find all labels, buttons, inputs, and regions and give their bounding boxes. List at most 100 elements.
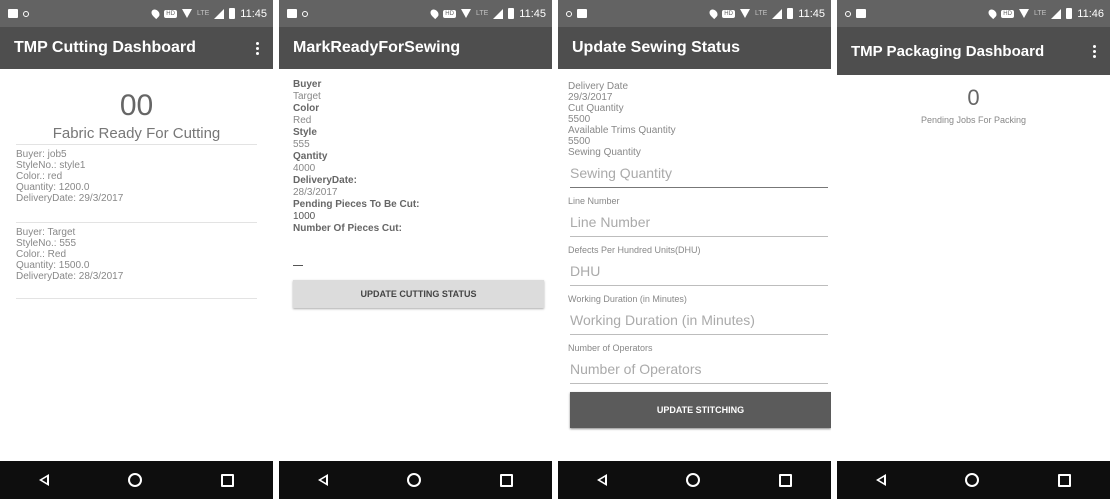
nav-bar xyxy=(0,461,273,499)
wifi-icon xyxy=(181,9,192,18)
phone-update-sewing-status: HD LTE 11:45 Update Sewing Status Delive… xyxy=(558,0,831,499)
color-value: Red xyxy=(293,115,312,126)
job-buyer: Buyer: job5 xyxy=(16,149,67,160)
job-style: StyleNo.: 555 xyxy=(16,238,77,249)
line-number-input[interactable]: Line Number xyxy=(570,213,828,237)
dhu-input[interactable]: DHU xyxy=(570,262,828,286)
location-icon xyxy=(987,7,999,20)
trims-label: Available Trims Quantity xyxy=(568,125,676,136)
battery-icon xyxy=(787,8,794,19)
list-item[interactable]: Buyer: job5 StyleNo.: style1 Color.: red… xyxy=(16,144,257,212)
wifi-icon xyxy=(739,9,750,18)
page-title: Update Sewing Status xyxy=(572,39,741,56)
lte-icon: LTE xyxy=(1033,10,1047,17)
nav-bar xyxy=(837,461,1110,499)
job-style: StyleNo.: style1 xyxy=(16,160,86,171)
operators-input[interactable]: Number of Operators xyxy=(570,360,828,384)
cut-quantity-label: Cut Quantity xyxy=(568,103,624,114)
nav-recent-icon[interactable] xyxy=(220,473,234,487)
sewing-form: Delivery Date 29/3/2017 Cut Quantity 550… xyxy=(558,69,831,428)
delivery-value: 28/3/2017 xyxy=(293,187,338,198)
nav-recent-icon[interactable] xyxy=(499,473,513,487)
job-quantity: Quantity: 1500.0 xyxy=(16,260,90,271)
update-stitching-button[interactable]: UPDATE STITCHING xyxy=(570,392,831,428)
update-cutting-status-button[interactable]: UPDATE CUTTING STATUS xyxy=(293,280,544,308)
status-bar: HD LTE 11:45 xyxy=(279,0,552,27)
pending-value: 1000 xyxy=(293,211,316,222)
nav-home-icon[interactable] xyxy=(964,473,979,487)
pieces-cut-input[interactable] xyxy=(293,265,303,266)
duration-input[interactable]: Working Duration (in Minutes) xyxy=(570,311,828,335)
volte-icon: HD xyxy=(722,9,735,18)
cut-quantity-value: 5500 xyxy=(568,114,591,125)
nav-back-icon[interactable] xyxy=(39,474,50,486)
status-time: 11:45 xyxy=(519,7,546,20)
notification-icon xyxy=(8,9,18,18)
style-value: 555 xyxy=(293,139,310,150)
status-time: 11:45 xyxy=(240,7,267,20)
wifi-icon xyxy=(1018,9,1029,18)
nav-home-icon[interactable] xyxy=(406,473,421,487)
nav-recent-icon[interactable] xyxy=(1057,473,1071,487)
notification-icon xyxy=(287,9,297,18)
sewing-quantity-input[interactable]: Sewing Quantity xyxy=(570,164,828,188)
fabric-count-label: Fabric Ready For Cutting xyxy=(52,125,221,142)
battery-icon xyxy=(229,8,236,19)
job-delivery: DeliveryDate: 28/3/2017 xyxy=(16,271,124,282)
battery-icon xyxy=(1066,8,1073,19)
job-color: Color.: red xyxy=(16,171,63,182)
app-bar: TMP Packaging Dashboard xyxy=(837,27,1110,75)
overflow-menu-icon[interactable] xyxy=(252,38,263,59)
nav-home-icon[interactable] xyxy=(685,473,700,487)
packing-count-label: Pending Jobs For Packing xyxy=(920,115,1027,125)
quantity-label: Qantity xyxy=(293,151,328,162)
signal-icon xyxy=(772,8,783,19)
volte-icon: HD xyxy=(164,9,177,18)
sync-icon xyxy=(566,10,572,17)
status-bar: HD LTE 11:46 xyxy=(837,0,1110,27)
nav-back-icon[interactable] xyxy=(597,474,608,486)
buyer-value: Target xyxy=(293,91,321,102)
app-bar: Update Sewing Status xyxy=(558,27,831,69)
status-bar: HD LTE 11:45 xyxy=(558,0,831,27)
page-title: MarkReadyForSewing xyxy=(293,39,461,56)
overflow-menu-icon[interactable] xyxy=(1089,41,1100,62)
packing-count: 0 xyxy=(967,85,980,110)
dhu-label: Defects Per Hundred Units(DHU) xyxy=(568,245,701,255)
notification-icon xyxy=(577,9,587,18)
wifi-icon xyxy=(460,9,471,18)
battery-icon xyxy=(508,8,515,19)
sewing-quantity-label: Sewing Quantity xyxy=(568,147,641,158)
notification-icon xyxy=(856,9,866,18)
status-time: 11:46 xyxy=(1077,7,1104,20)
nav-recent-icon[interactable] xyxy=(778,473,792,487)
pieces-cut-label: Number Of Pieces Cut: xyxy=(293,223,402,234)
lte-icon: LTE xyxy=(196,10,210,17)
nav-home-icon[interactable] xyxy=(127,473,142,487)
job-color: Color.: Red xyxy=(16,249,67,260)
duration-label: Working Duration (in Minutes) xyxy=(568,294,687,304)
status-bar: HD LTE 11:45 xyxy=(0,0,273,27)
app-bar: TMP Cutting Dashboard xyxy=(0,27,273,69)
volte-icon: HD xyxy=(1001,9,1014,18)
lte-icon: LTE xyxy=(475,10,489,17)
quantity-value: 4000 xyxy=(293,163,316,174)
job-delivery: DeliveryDate: 29/3/2017 xyxy=(16,193,124,204)
list-item[interactable]: Buyer: Target StyleNo.: 555 Color.: Red … xyxy=(16,222,257,290)
nav-back-icon[interactable] xyxy=(876,474,887,486)
nav-bar xyxy=(279,461,552,499)
page-title: TMP Packaging Dashboard xyxy=(851,42,1045,60)
nav-back-icon[interactable] xyxy=(318,474,329,486)
signal-icon xyxy=(493,8,504,19)
color-label: Color xyxy=(293,103,320,114)
screens-row: HD LTE 11:45 TMP Cutting Dashboard 00 Fa… xyxy=(0,0,1111,499)
location-icon xyxy=(708,7,720,20)
status-time: 11:45 xyxy=(798,7,825,20)
sync-icon xyxy=(302,10,308,17)
volte-icon: HD xyxy=(443,9,456,18)
lte-icon: LTE xyxy=(754,10,768,17)
buyer-label: Buyer xyxy=(293,79,322,90)
sync-icon xyxy=(23,10,29,17)
divider xyxy=(16,298,257,299)
line-number-label: Line Number xyxy=(568,196,620,206)
